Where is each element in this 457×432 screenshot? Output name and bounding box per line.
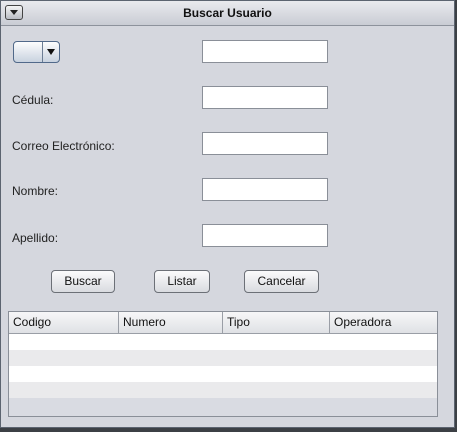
nombre-field[interactable]: [202, 178, 328, 201]
buscar-button[interactable]: Buscar: [51, 270, 115, 293]
table-row[interactable]: [9, 382, 437, 398]
chevron-down-icon[interactable]: [42, 42, 59, 62]
cancelar-button[interactable]: Cancelar: [244, 270, 319, 293]
buscar-usuario-window: Buscar Usuario Cédula: Correo Electrónic…: [0, 0, 455, 428]
table-row[interactable]: [9, 366, 437, 382]
combo-value-field[interactable]: [202, 40, 328, 63]
cedula-field[interactable]: [202, 86, 328, 109]
table-row[interactable]: [9, 334, 437, 350]
type-combo-box[interactable]: [13, 41, 60, 63]
apellido-field[interactable]: [202, 224, 328, 247]
title-bar: Buscar Usuario: [1, 1, 454, 26]
correo-label: Correo Electrónico:: [12, 139, 115, 153]
column-header-tipo[interactable]: Tipo: [223, 312, 330, 333]
correo-field[interactable]: [202, 132, 328, 155]
table-header: Codigo Numero Tipo Operadora: [9, 312, 437, 334]
nombre-label: Nombre:: [12, 184, 59, 198]
apellido-label: Apellido:: [12, 231, 59, 245]
cedula-label: Cédula:: [12, 93, 54, 107]
listar-button[interactable]: Listar: [154, 270, 210, 293]
column-header-operadora[interactable]: Operadora: [330, 312, 437, 333]
results-table[interactable]: Codigo Numero Tipo Operadora: [8, 311, 438, 417]
window-title: Buscar Usuario: [183, 6, 272, 20]
column-header-numero[interactable]: Numero: [119, 312, 223, 333]
column-header-codigo[interactable]: Codigo: [9, 312, 119, 333]
table-row[interactable]: [9, 350, 437, 366]
